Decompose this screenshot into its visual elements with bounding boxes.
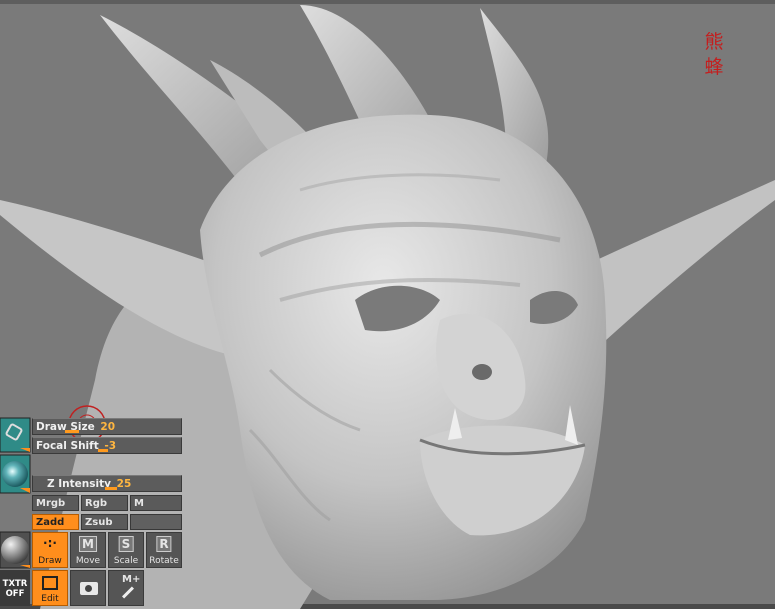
draw-size-slider[interactable]: Draw Size 20 (32, 418, 182, 435)
rotate-key-icon: R (156, 536, 172, 552)
mrgb-button[interactable]: Mrgb (32, 495, 79, 511)
z-intensity-fill (105, 487, 117, 490)
brush-icon (4, 422, 24, 442)
focal-shift-label: Focal Shift (36, 440, 99, 452)
rotate-tool-button[interactable]: R Rotate (146, 532, 182, 568)
zadd-button[interactable]: Zadd (32, 514, 79, 530)
mplus-label: M+ (122, 574, 141, 585)
texture-line1: TXTR (2, 579, 28, 589)
edit-label: Edit (41, 594, 59, 604)
brush-tile[interactable] (0, 418, 30, 452)
material-tile[interactable] (0, 455, 30, 493)
draw-tool-label: Draw (38, 556, 62, 566)
edit-button[interactable]: Edit (32, 570, 68, 606)
z-intensity-value: 25 (116, 478, 132, 490)
focal-shift-fill (98, 449, 108, 452)
zsub-button[interactable]: Zsub (81, 514, 128, 530)
rgb-button[interactable]: Rgb (81, 495, 128, 511)
move-tool-button[interactable]: M Move (70, 532, 106, 568)
pen-icon (121, 586, 135, 599)
scale-key-icon: S (118, 536, 134, 552)
sphere-material-tile[interactable] (0, 532, 30, 568)
z-intensity-label: Z Intensity (47, 478, 111, 490)
draw-size-value: 20 (100, 421, 116, 433)
edit-frame-icon (42, 576, 58, 590)
draw-crosshair-icon: ·:· (43, 536, 57, 550)
rotate-tool-label: Rotate (149, 556, 179, 566)
red-seal-stamp: 熊 蜂 (697, 30, 731, 80)
texture-line2: OFF (5, 589, 25, 599)
z-intensity-slider[interactable]: Z Intensity 25 (32, 475, 182, 492)
snapshot-button[interactable] (70, 570, 106, 606)
draw-size-fill (65, 430, 79, 433)
seal-char-2: 蜂 (704, 56, 724, 78)
mplus-button[interactable]: M+ (108, 570, 144, 606)
move-key-icon: M (79, 536, 97, 552)
draw-tool-button[interactable]: ·:· Draw (32, 532, 68, 568)
focal-shift-slider[interactable]: Focal Shift -3 (32, 437, 182, 454)
zcut-button[interactable] (130, 514, 182, 530)
seal-char-1: 熊 (704, 31, 724, 53)
m-button[interactable]: M (130, 495, 182, 511)
scale-tool-button[interactable]: S Scale (108, 532, 144, 568)
texture-off-button[interactable]: TXTR OFF (0, 570, 30, 606)
move-tool-label: Move (75, 556, 101, 566)
scale-tool-label: Scale (113, 556, 139, 566)
